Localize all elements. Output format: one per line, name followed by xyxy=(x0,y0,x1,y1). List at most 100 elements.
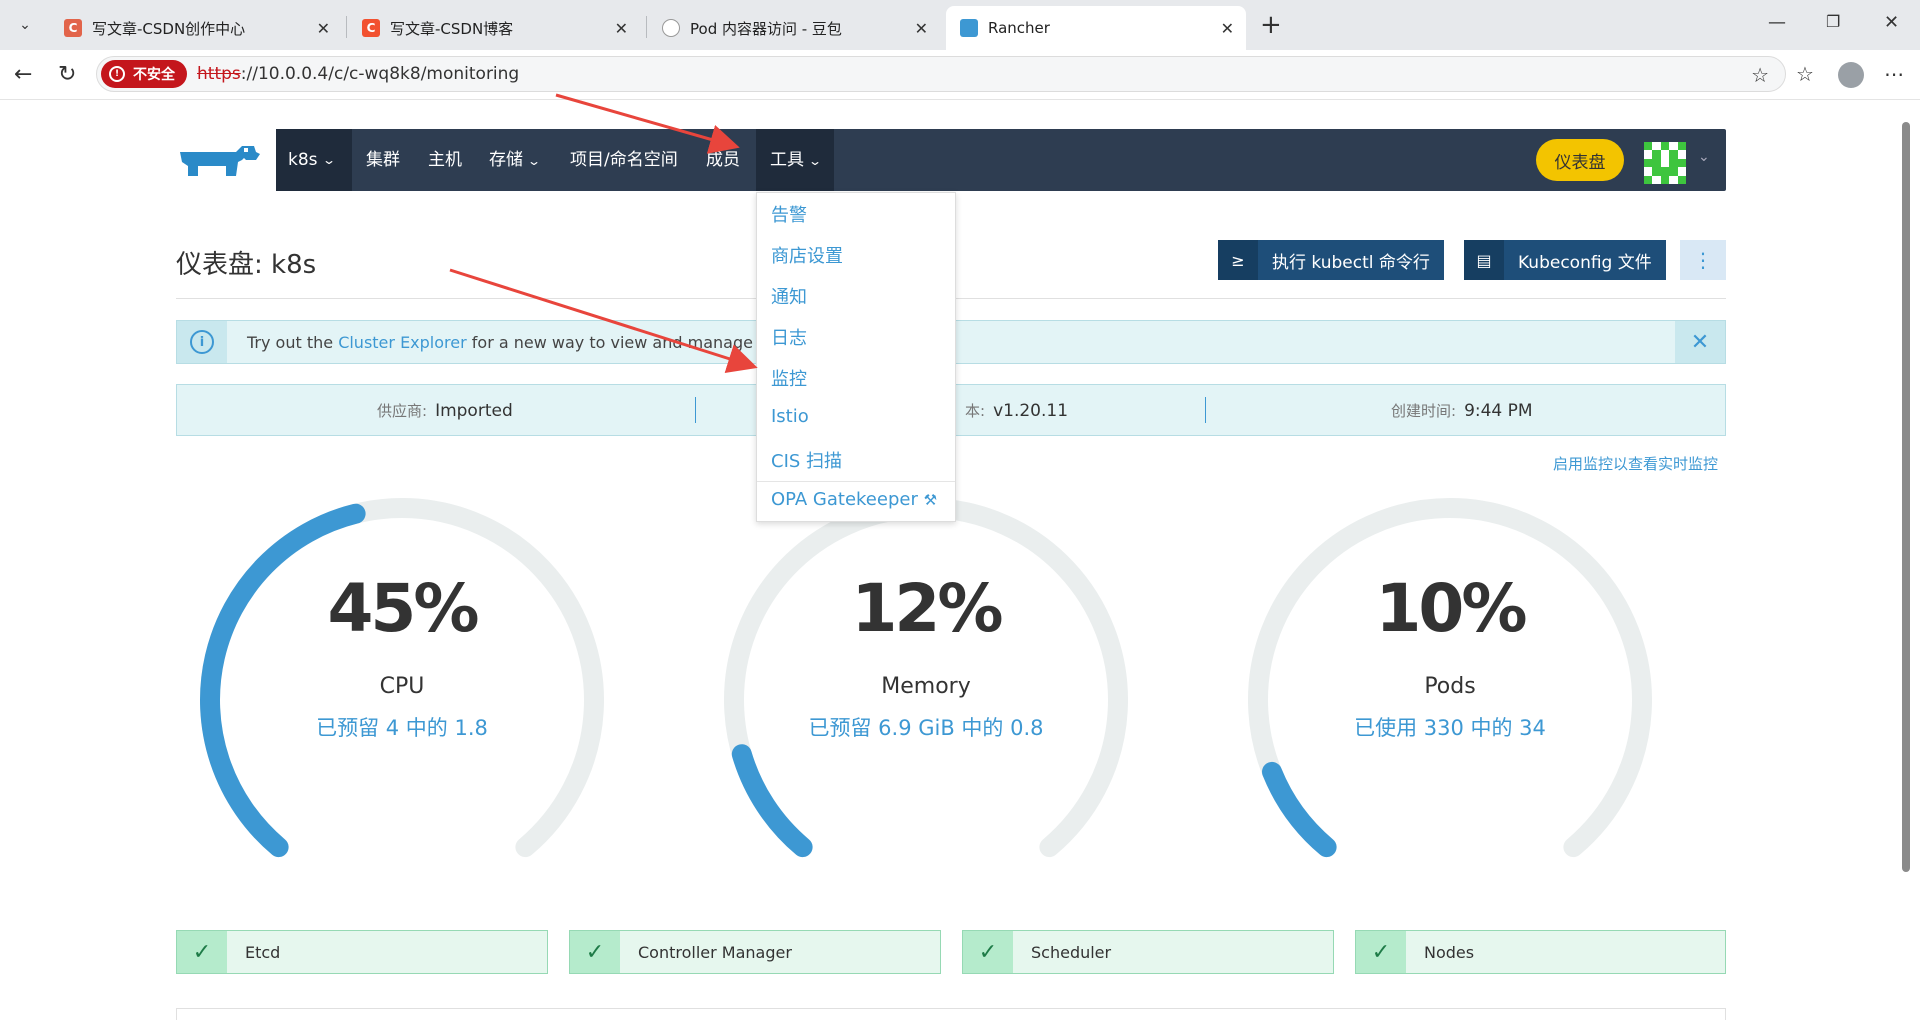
next-panel xyxy=(176,1008,1726,1020)
divider xyxy=(695,397,696,423)
kubeconfig-button[interactable]: ▤ Kubeconfig 文件 xyxy=(1464,240,1666,280)
gauge-label: Memory xyxy=(881,674,971,699)
more-actions-button[interactable]: ⋮ xyxy=(1680,240,1726,280)
reload-icon[interactable]: ↻ xyxy=(58,62,76,88)
scrollbar[interactable] xyxy=(1900,106,1912,876)
profile-avatar[interactable] xyxy=(1838,62,1864,88)
favorites-icon[interactable]: ☆ xyxy=(1796,62,1814,86)
nav-item-nodes[interactable]: 主机 xyxy=(428,129,462,191)
tab-title: Rancher xyxy=(988,19,1050,37)
insecure-label: 不安全 xyxy=(133,67,175,83)
menu-item-istio[interactable]: Istio xyxy=(771,406,809,427)
created-info: 创建时间: 9:44 PM xyxy=(1391,401,1533,421)
address-bar: ← ↻ ! 不安全 https://10.0.0.4/c/c-wq8k8/mon… xyxy=(0,50,1920,100)
close-icon[interactable]: ✕ xyxy=(317,19,330,38)
info-icon: i xyxy=(177,321,227,363)
doubao-favicon-icon xyxy=(662,19,680,37)
close-icon[interactable]: ✕ xyxy=(615,19,628,38)
csdn-favicon-icon: C xyxy=(362,19,380,37)
divider xyxy=(757,481,955,482)
divider xyxy=(1205,397,1206,423)
rancher-favicon-icon xyxy=(960,19,978,37)
rancher-logo[interactable] xyxy=(176,142,262,182)
browser-tab[interactable]: C 写文章-CSDN创作中心 ✕ xyxy=(50,6,342,50)
chevron-down-icon: ⌄ xyxy=(807,154,823,168)
restore-icon[interactable]: ❐ xyxy=(1826,12,1840,31)
tab-separator xyxy=(646,16,647,38)
more-options-icon[interactable]: ⋯ xyxy=(1884,62,1904,86)
bookmark-star-icon[interactable]: ☆ xyxy=(1751,63,1769,87)
insecure-badge[interactable]: ! 不安全 xyxy=(101,60,187,88)
url-field[interactable]: ! 不安全 https://10.0.0.4/c/c-wq8k8/monitor… xyxy=(96,56,1786,92)
cpu-gauge: 45% CPU 已预留 4 中的 1.8 xyxy=(192,490,612,870)
minimize-icon[interactable]: — xyxy=(1768,12,1786,33)
banner-message: Try out the Cluster Explorer for a new w… xyxy=(247,333,768,352)
component-status-etcd: ✓ Etcd xyxy=(176,930,548,974)
gauge-fill xyxy=(731,744,813,858)
tab-title: Pod 内容器访问 - 豆包 xyxy=(690,19,842,38)
provider-info: 供应商: Imported xyxy=(377,401,513,421)
menu-item-logging[interactable]: 日志 xyxy=(771,324,807,350)
tab-list-chevron-icon[interactable]: ⌄ xyxy=(12,13,38,37)
kubectl-button[interactable]: ≥ 执行 kubectl 命令行 xyxy=(1218,240,1444,280)
chevron-down-icon[interactable]: ⌄ xyxy=(1698,149,1710,165)
browser-tab-bar: ⌄ C 写文章-CSDN创作中心 ✕ C 写文章-CSDN博客 ✕ Pod 内容… xyxy=(0,0,1920,50)
gauge-percent: 12% xyxy=(851,570,1004,647)
check-icon: ✓ xyxy=(1356,931,1406,973)
component-status-scheduler: ✓ Scheduler xyxy=(962,930,1334,974)
nav-item-tools[interactable]: 工具 ⌄ xyxy=(756,129,835,191)
chevron-down-icon: ⌄ xyxy=(321,153,336,167)
new-tab-icon[interactable]: + xyxy=(1260,11,1282,39)
gauge-label: Pods xyxy=(1424,674,1476,699)
cluster-name: k8s xyxy=(288,150,318,170)
nav-item-projects[interactable]: 项目/命名空间 xyxy=(570,129,678,191)
menu-item-cis-scan[interactable]: CIS 扫描 xyxy=(771,447,842,473)
nav-item-members[interactable]: 成员 xyxy=(706,129,740,191)
url-text: https://10.0.0.4/c/c-wq8k8/monitoring xyxy=(197,64,520,84)
menu-item-opa-gatekeeper[interactable]: OPA Gatekeeper ⚒ xyxy=(771,489,937,510)
window-close-icon[interactable]: ✕ xyxy=(1884,12,1899,33)
warning-shield-icon: ! xyxy=(109,66,125,82)
terminal-icon: ≥ xyxy=(1218,240,1258,280)
check-icon: ✓ xyxy=(177,931,227,973)
check-icon: ✓ xyxy=(963,931,1013,973)
gauge-detail: 已使用 330 中的 34 xyxy=(1354,716,1546,740)
browser-tab-active[interactable]: Rancher ✕ xyxy=(946,6,1246,50)
pods-gauge: 10% Pods 已使用 330 中的 34 xyxy=(1240,490,1660,870)
chevron-down-icon: ⌄ xyxy=(526,154,542,168)
tools-dropdown-menu: 告警 商店设置 通知 日志 监控 Istio CIS 扫描 OPA Gateke… xyxy=(756,192,956,522)
tab-separator xyxy=(346,16,347,38)
page-title: 仪表盘: k8s xyxy=(176,250,317,280)
menu-item-alerts[interactable]: 告警 xyxy=(771,201,807,227)
menu-item-notifiers[interactable]: 通知 xyxy=(771,283,807,309)
nav-item-cluster[interactable]: 集群 xyxy=(366,129,400,191)
file-icon: ▤ xyxy=(1464,240,1504,280)
gauge-detail: 已预留 6.9 GiB 中的 0.8 xyxy=(808,716,1044,740)
experimental-icon: ⚒ xyxy=(923,491,938,509)
gauge-label: CPU xyxy=(379,674,425,699)
memory-gauge: 12% Memory 已预留 6.9 GiB 中的 0.8 xyxy=(716,490,1136,870)
close-icon[interactable]: ✕ xyxy=(1221,19,1234,38)
user-avatar[interactable] xyxy=(1644,142,1686,184)
version-info: 本: v1.20.11 xyxy=(965,401,1069,421)
tab-title: 写文章-CSDN创作中心 xyxy=(92,19,246,38)
tab-title: 写文章-CSDN博客 xyxy=(390,19,514,38)
back-arrow-icon[interactable]: ← xyxy=(14,62,32,88)
enable-monitoring-link[interactable]: 启用监控以查看实时监控 xyxy=(1553,453,1718,474)
cluster-selector[interactable]: k8s ⌄ xyxy=(276,129,352,191)
menu-item-catalog-settings[interactable]: 商店设置 xyxy=(771,242,843,268)
nav-item-storage[interactable]: 存储 ⌄ xyxy=(489,129,542,191)
component-status-nodes: ✓ Nodes xyxy=(1355,930,1726,974)
browser-tab[interactable]: C 写文章-CSDN博客 ✕ xyxy=(348,6,640,50)
gauge-percent: 10% xyxy=(1375,570,1528,647)
close-icon[interactable]: ✕ xyxy=(915,19,928,38)
check-icon: ✓ xyxy=(570,931,620,973)
dashboard-button[interactable]: 仪表盘 xyxy=(1536,139,1624,181)
menu-item-monitoring[interactable]: 监控 xyxy=(771,365,807,391)
csdn-favicon-icon: C xyxy=(64,19,82,37)
browser-tab[interactable]: Pod 内容器访问 - 豆包 ✕ xyxy=(648,6,940,50)
close-icon[interactable]: ✕ xyxy=(1675,321,1725,363)
cluster-explorer-link[interactable]: Cluster Explorer xyxy=(338,333,467,352)
gauge-fill xyxy=(1262,761,1337,858)
gauge-detail: 已预留 4 中的 1.8 xyxy=(316,716,488,740)
